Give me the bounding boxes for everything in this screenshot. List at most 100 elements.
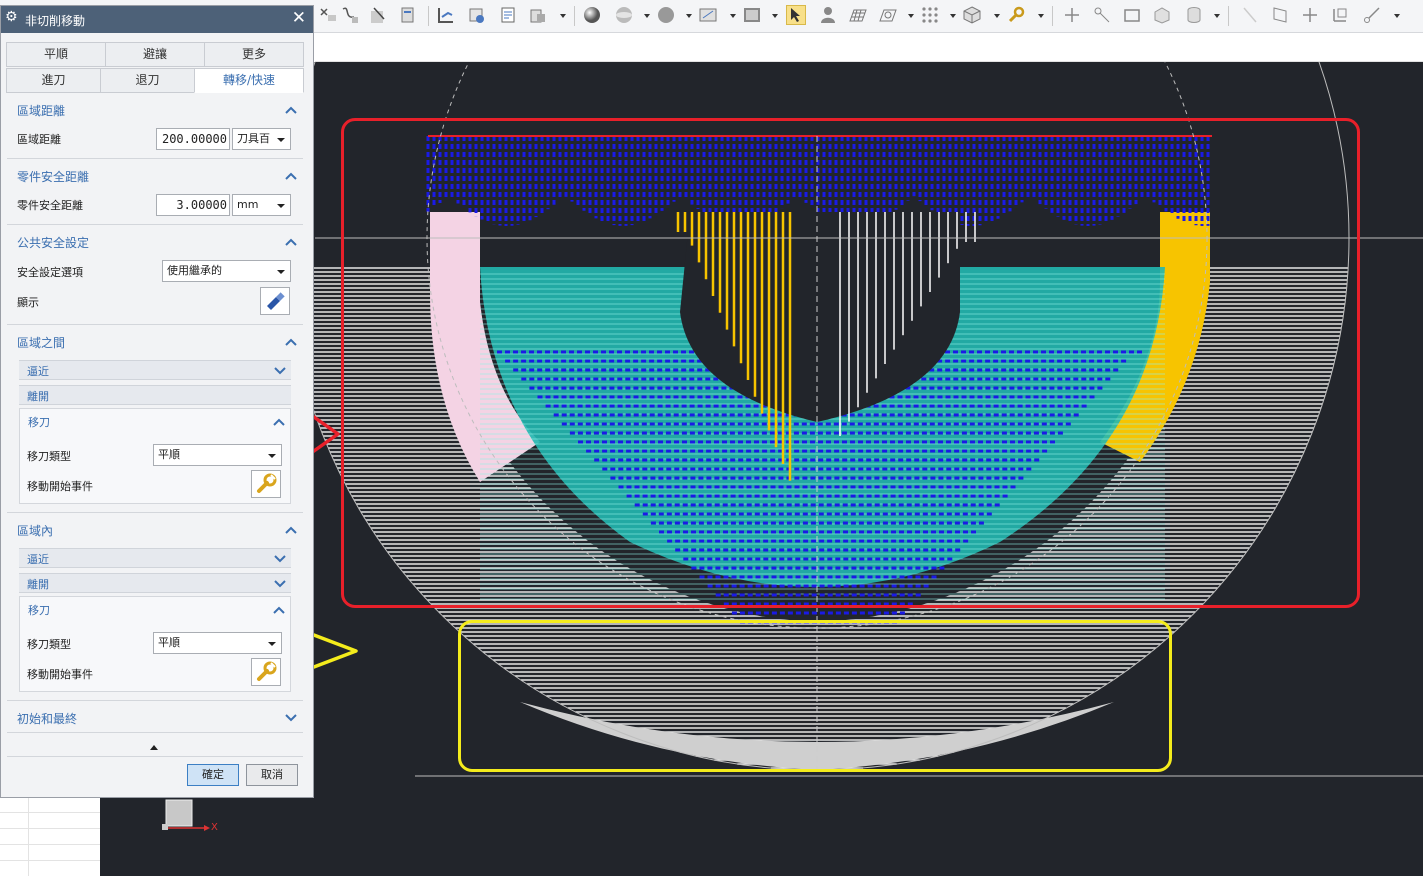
region-distance-input[interactable]: 200.00000 [156, 128, 230, 150]
section-part-safe-clearance[interactable]: 零件安全距離 [7, 164, 303, 188]
csys-icon[interactable] [1330, 5, 1350, 25]
block-icon[interactable] [1152, 5, 1172, 25]
collapse-panel-icon[interactable] [149, 743, 159, 751]
section-between-regions[interactable]: 區域之間 [7, 330, 303, 354]
within-start-event-label: 移動開始事件 [27, 668, 93, 681]
view-icon-1[interactable] [698, 5, 718, 25]
tab-avoidance[interactable]: 避讓 [105, 42, 205, 67]
close-icon[interactable]: ✕ [292, 9, 306, 28]
region-distance-unit-select[interactable]: 刀具百 [232, 128, 291, 150]
part-safe-clearance-input[interactable]: 3.00000 [156, 194, 230, 216]
toolbar-icon-5[interactable] [436, 5, 456, 25]
clearance-option-label: 安全設定選項 [17, 266, 83, 279]
chevron-down-icon[interactable] [274, 366, 286, 376]
section-title: 公共安全設定 [17, 236, 90, 250]
vector-icon[interactable] [1362, 5, 1382, 25]
rectangle-icon[interactable] [1122, 5, 1142, 25]
between-traverse-type-label: 移刀類型 [27, 450, 71, 463]
select-value: 刀具百 [237, 132, 270, 145]
toolbar-icon-3[interactable] [368, 5, 388, 25]
cube-icon[interactable] [962, 5, 982, 25]
toolbar-icon-4[interactable] [398, 5, 418, 25]
between-approach-bar[interactable]: 逼近 [19, 360, 291, 380]
section-within-regions[interactable]: 區域內 [7, 518, 303, 542]
subsection-title: 移刀 [28, 416, 50, 429]
wrench-tool-icon[interactable] [1006, 5, 1026, 25]
tab-engage[interactable]: 進刀 [6, 68, 101, 93]
section-initial-final[interactable]: 初始和最終 [7, 706, 303, 730]
between-departure-bar[interactable]: 離開 [19, 385, 291, 405]
within-departure-bar[interactable]: 離開 [19, 573, 291, 593]
clearance-option-select[interactable]: 使用繼承的 [162, 260, 291, 282]
within-traverse-type-label: 移刀類型 [27, 638, 71, 651]
navigator-panel [0, 798, 100, 876]
tab-smoothing[interactable]: 平順 [6, 42, 106, 67]
select-value: 使用繼承的 [167, 264, 222, 277]
secondary-toolbar [315, 33, 1423, 62]
view-icon-2[interactable] [742, 5, 762, 25]
section-title: 區域之間 [17, 336, 66, 350]
dialog-title-bar[interactable]: ⚙ 非切削移動 ✕ [1, 6, 313, 33]
coordinate-system-icon [162, 799, 210, 831]
highlight-icon[interactable] [786, 5, 806, 25]
ok-button[interactable]: 確定 [187, 764, 239, 786]
within-traverse-type-select[interactable]: 平順 [153, 632, 282, 654]
cylinder-icon[interactable] [1184, 5, 1204, 25]
plus-icon[interactable] [1062, 5, 1082, 25]
chevron-down-icon[interactable] [274, 554, 286, 564]
dots-grid-icon[interactable] [920, 5, 940, 25]
subsection-title: 離開 [27, 578, 49, 591]
between-start-event-button[interactable] [251, 470, 281, 498]
chevron-up-icon[interactable] [285, 525, 297, 535]
dialog-title: 非切削移動 [25, 14, 86, 28]
section-common-clearance[interactable]: 公共安全設定 [7, 230, 303, 254]
section-title: 零件安全距離 [17, 170, 90, 184]
section-title: 初始和最終 [17, 712, 78, 726]
part-safe-clearance-label: 零件安全距離 [17, 199, 83, 212]
chevron-down-icon[interactable] [274, 579, 286, 589]
chevron-up-icon[interactable] [285, 105, 297, 115]
gear-icon: ⚙ [5, 9, 18, 25]
line-icon[interactable] [1240, 5, 1260, 25]
section-title: 區域內 [17, 524, 54, 538]
grid-plane-icon[interactable] [848, 5, 868, 25]
shaded-sphere-icon[interactable] [582, 5, 602, 25]
chevron-down-icon[interactable] [285, 713, 297, 723]
tab-retract[interactable]: 退刀 [100, 68, 195, 93]
wrench-icon [257, 473, 277, 493]
between-start-event-label: 移動開始事件 [27, 480, 93, 493]
section-icon[interactable] [878, 5, 898, 25]
toolbar-icon-7[interactable] [498, 5, 518, 25]
tab-more[interactable]: 更多 [204, 42, 304, 67]
part-safe-clearance-unit-select[interactable]: mm [232, 194, 291, 216]
section-region-distance[interactable]: 區域距離 [7, 98, 303, 122]
cancel-button[interactable]: 取消 [246, 764, 298, 786]
sphere-icon-2[interactable] [614, 5, 634, 25]
x-axis-label: X [211, 822, 218, 833]
chevron-down-icon [277, 270, 285, 274]
toolbar-icon-6[interactable] [466, 5, 486, 25]
sphere-icon-3[interactable] [656, 5, 676, 25]
chevron-down-icon [277, 204, 285, 208]
person-icon[interactable] [818, 5, 838, 25]
flashlight-icon [267, 291, 286, 310]
chevron-up-icon[interactable] [273, 417, 285, 427]
chevron-up-icon[interactable] [273, 605, 285, 615]
toolbar-icon-1[interactable] [318, 5, 338, 25]
chevron-up-icon[interactable] [285, 337, 297, 347]
chevron-up-icon[interactable] [285, 237, 297, 247]
toolbar-icon-8[interactable] [528, 5, 548, 25]
within-start-event-button[interactable] [251, 658, 281, 686]
point-line-icon[interactable] [1092, 5, 1112, 25]
annotation-yellow-frame [458, 620, 1172, 772]
toolbar-icon-2[interactable] [340, 5, 360, 25]
select-value: 平順 [158, 448, 180, 461]
plus-icon-2[interactable] [1300, 5, 1320, 25]
tab-transfer-rapid[interactable]: 轉移/快速 [194, 68, 304, 93]
chevron-up-icon[interactable] [285, 171, 297, 181]
plane-icon[interactable] [1270, 5, 1290, 25]
between-traverse-type-select[interactable]: 平順 [153, 444, 282, 466]
display-button[interactable] [260, 287, 290, 315]
within-approach-bar[interactable]: 逼近 [19, 548, 291, 568]
non-cutting-moves-dialog: ⚙ 非切削移動 ✕ 平順 避讓 更多 進刀 退刀 轉移/快速 區域距離 區域距離… [0, 5, 314, 798]
